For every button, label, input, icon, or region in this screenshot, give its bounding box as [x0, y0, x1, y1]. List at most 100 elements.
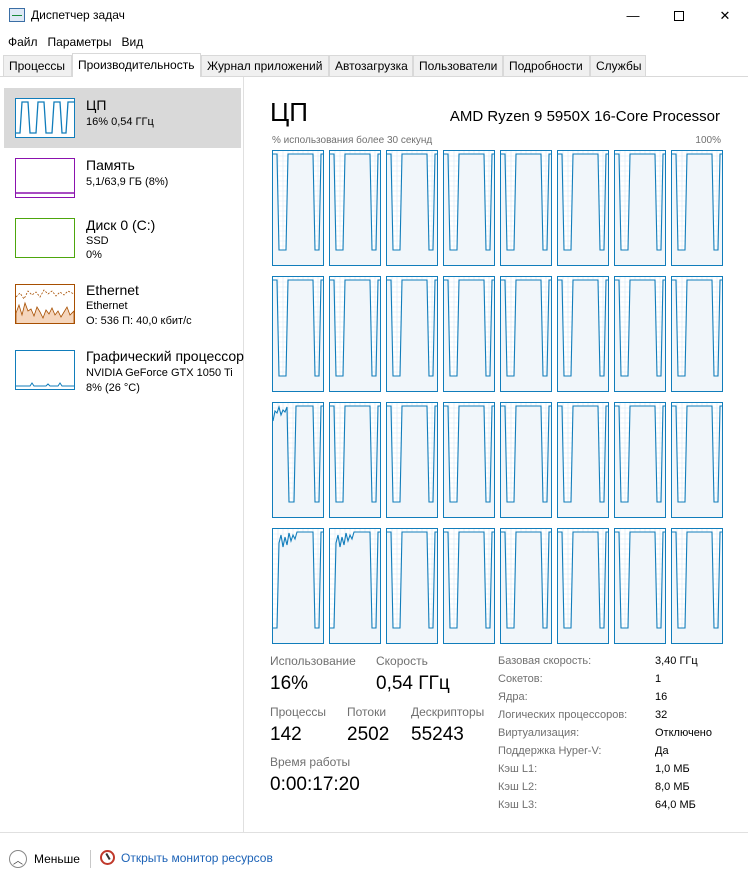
core-graph — [386, 528, 438, 644]
core-graph — [443, 150, 495, 266]
menu-file[interactable]: Файл — [8, 35, 38, 49]
fewer-details-button[interactable]: ︿ Меньше — [9, 850, 80, 868]
processes-label: Процессы — [270, 705, 327, 719]
footer-bar: ︿ Меньше Открыть монитор ресурсов — [0, 832, 748, 884]
core-graph — [443, 528, 495, 644]
open-resource-monitor-link[interactable]: Открыть монитор ресурсов — [100, 850, 273, 865]
core-graph — [671, 402, 723, 518]
menu-view[interactable]: Вид — [121, 35, 143, 49]
processes-value: 142 — [270, 724, 302, 745]
spec-value: 1,0 МБ — [655, 763, 690, 775]
core-graph — [272, 528, 324, 644]
tab-bar: Процессы Производительность Журнал прило… — [0, 53, 748, 78]
resource-monitor-icon — [100, 850, 115, 865]
close-button[interactable]: ✕ — [702, 0, 748, 31]
cpu-title: ЦП — [270, 97, 308, 127]
resource-sidebar: ЦП 16% 0,54 ГГц Память 5,1/63,9 ГБ (8%) … — [0, 77, 246, 832]
core-graph — [386, 276, 438, 392]
spec-label: Логических процессоров: — [498, 709, 628, 721]
tab-processes[interactable]: Процессы — [3, 55, 72, 76]
threads-label: Потоки — [347, 705, 387, 719]
gpu-thumbnail — [15, 350, 75, 390]
spec-value: 3,40 ГГц — [655, 655, 698, 667]
core-graph — [500, 150, 552, 266]
spec-value: 32 — [655, 709, 668, 721]
spec-value: Да — [655, 745, 669, 757]
window-title: Диспетчер задач — [31, 8, 125, 22]
spec-label: Кэш L1: — [498, 763, 538, 775]
core-graph — [557, 276, 609, 392]
sidebar-item-ethernet[interactable]: Ethernet Ethernet О: 536 П: 40,0 кбит/с — [4, 274, 241, 334]
sidebar-gpu-model: NVIDIA GeForce GTX 1050 Ti — [86, 367, 233, 379]
core-graph — [500, 528, 552, 644]
sidebar-gpu-name: Графический процессор 0 — [86, 348, 246, 364]
sidebar-item-gpu[interactable]: Графический процессор 0 NVIDIA GeForce G… — [4, 340, 246, 400]
sidebar-memory-usage: 5,1/63,9 ГБ (8%) — [86, 176, 169, 188]
sidebar-item-memory[interactable]: Память 5,1/63,9 ГБ (8%) — [4, 148, 241, 208]
usage-label: Использование — [270, 654, 356, 668]
maximize-button[interactable] — [656, 0, 702, 31]
cpu-detail-panel: ЦП AMD Ryzen 9 5950X 16-Core Processor %… — [245, 77, 748, 832]
sidebar-item-disk[interactable]: Диск 0 (C:) SSD 0% — [4, 208, 241, 268]
sidebar-disk-name: Диск 0 (C:) — [86, 217, 156, 233]
core-graph — [500, 402, 552, 518]
spec-value: Отключено — [655, 727, 712, 739]
core-graph — [329, 402, 381, 518]
sidebar-disk-type: SSD — [86, 235, 109, 247]
core-graph — [443, 402, 495, 518]
tab-startup[interactable]: Автозагрузка — [329, 55, 413, 76]
spec-value: 64,0 МБ — [655, 799, 696, 811]
speed-label: Скорость — [376, 654, 428, 668]
core-graph — [671, 276, 723, 392]
sidebar-cpu-usage: 16% 0,54 ГГц — [86, 116, 154, 128]
core-graph — [272, 276, 324, 392]
core-graph — [329, 276, 381, 392]
tab-performance[interactable]: Производительность — [72, 53, 201, 78]
core-graph — [557, 402, 609, 518]
core-graph — [671, 528, 723, 644]
tab-services[interactable]: Службы — [590, 55, 646, 76]
core-graph — [386, 402, 438, 518]
sidebar-memory-name: Память — [86, 157, 135, 173]
spec-label: Поддержка Hyper-V: — [498, 745, 602, 757]
core-graph — [614, 528, 666, 644]
sidebar-ethernet-adapter: Ethernet — [86, 300, 128, 312]
core-graph — [386, 150, 438, 266]
spec-value: 8,0 МБ — [655, 781, 690, 793]
spec-label: Базовая скорость: — [498, 655, 592, 667]
handles-value: 55243 — [411, 724, 464, 745]
ethernet-thumbnail — [15, 284, 75, 324]
sidebar-gpu-usage: 8% (26 °C) — [86, 382, 140, 394]
core-graph — [614, 276, 666, 392]
core-graph — [614, 402, 666, 518]
disk-thumbnail — [15, 218, 75, 258]
spec-value: 16 — [655, 691, 668, 703]
threads-value: 2502 — [347, 724, 390, 745]
core-graph — [329, 528, 381, 644]
menu-bar: Файл Параметры Вид — [0, 31, 748, 52]
spec-label: Сокетов: — [498, 673, 543, 685]
minimize-button[interactable]: — — [610, 0, 656, 31]
menu-options[interactable]: Параметры — [48, 35, 112, 49]
tab-app-history[interactable]: Журнал приложений — [201, 55, 329, 76]
fewer-details-label: Меньше — [34, 852, 80, 866]
sidebar-item-cpu[interactable]: ЦП 16% 0,54 ГГц — [4, 88, 241, 148]
core-graph — [443, 276, 495, 392]
core-graph — [557, 150, 609, 266]
handles-label: Дескрипторы — [411, 705, 485, 719]
tab-details[interactable]: Подробности — [503, 55, 590, 76]
spec-label: Кэш L3: — [498, 799, 538, 811]
tab-users[interactable]: Пользователи — [413, 55, 503, 76]
core-graph — [671, 150, 723, 266]
core-graph — [500, 276, 552, 392]
sidebar-cpu-name: ЦП — [86, 97, 107, 113]
uptime-value: 0:00:17:20 — [270, 774, 360, 795]
spec-value: 1 — [655, 673, 662, 685]
chevron-up-icon: ︿ — [9, 850, 27, 868]
sidebar-ethernet-throughput: О: 536 П: 40,0 кбит/с — [86, 315, 192, 327]
cpu-thumbnail — [15, 98, 75, 138]
core-graph — [272, 402, 324, 518]
memory-thumbnail — [15, 158, 75, 198]
core-graph — [329, 150, 381, 266]
spec-label: Кэш L2: — [498, 781, 538, 793]
